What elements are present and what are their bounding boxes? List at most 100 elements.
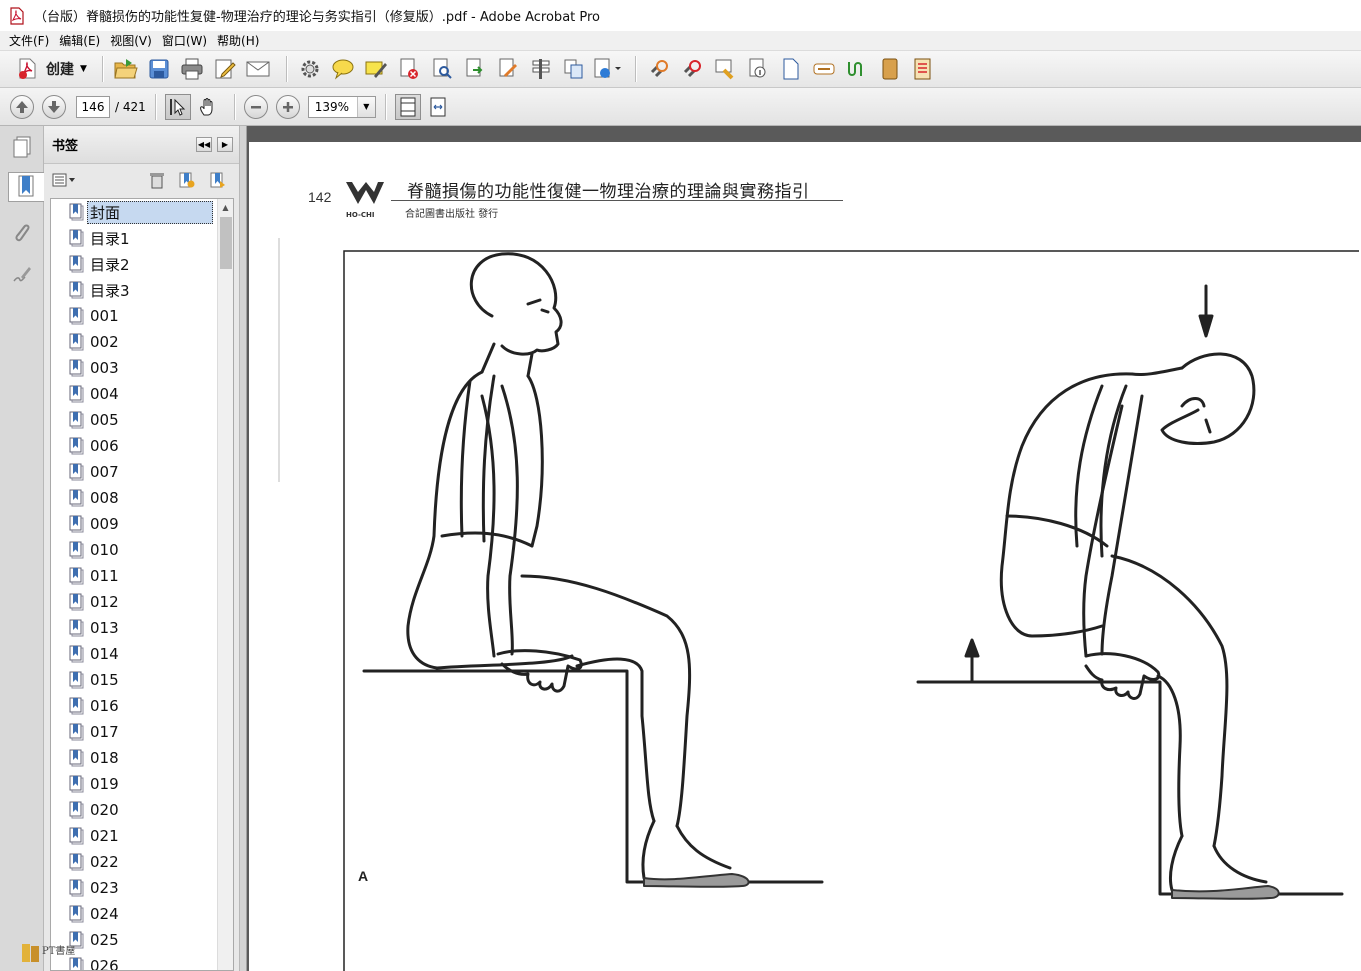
bookmark-item[interactable]: 020 <box>51 797 233 823</box>
bookmark-label: 003 <box>90 359 119 377</box>
bookmark-item[interactable]: 封面 <box>51 199 233 225</box>
bookmark-options-button[interactable] <box>52 171 78 189</box>
toolbar-separator <box>154 93 156 120</box>
scrollbar-thumb[interactable] <box>220 217 232 269</box>
bookmark-item[interactable]: 目录2 <box>51 251 233 277</box>
menu-bar: 文件(F) 编辑(E) 视图(V) 窗口(W) 帮助(H) <box>0 31 1361 51</box>
fit-width-button[interactable] <box>425 94 451 120</box>
bookmark-label: 目录2 <box>90 255 130 274</box>
arrow-down-icon <box>48 100 60 113</box>
bookmark-item[interactable]: 011 <box>51 563 233 589</box>
bookmark-item[interactable]: 018 <box>51 745 233 771</box>
collapse-panel-icon[interactable]: ◀◀ <box>196 137 212 152</box>
highlight-button[interactable] <box>362 55 390 83</box>
menu-file[interactable]: 文件(F) <box>4 32 54 49</box>
bookmark-item[interactable]: 023 <box>51 875 233 901</box>
menu-view[interactable]: 视图(V) <box>105 32 157 49</box>
bookmark-item[interactable]: 008 <box>51 485 233 511</box>
info-button[interactable] <box>744 55 772 83</box>
insert-button[interactable] <box>593 55 621 83</box>
bookmark-item[interactable]: 019 <box>51 771 233 797</box>
bookmark-item[interactable]: 024 <box>51 901 233 927</box>
bookmark-icon <box>69 905 84 923</box>
signatures-button[interactable] <box>7 260 37 290</box>
delete-page-button[interactable] <box>395 55 423 83</box>
new-bookmark-icon[interactable] <box>177 171 195 189</box>
bookmark-item[interactable]: 014 <box>51 641 233 667</box>
create-button[interactable]: 创建 ▼ <box>10 55 93 83</box>
comment-button[interactable] <box>329 55 357 83</box>
bookmarks-panel-button[interactable] <box>8 172 44 202</box>
print-button[interactable] <box>178 55 206 83</box>
bookmark-item[interactable]: 目录1 <box>51 225 233 251</box>
panel-options-icon[interactable]: ▶ <box>217 137 233 152</box>
bookmark-item[interactable]: 003 <box>51 355 233 381</box>
pane-splitter[interactable] <box>239 126 247 971</box>
menu-edit[interactable]: 编辑(E) <box>54 32 105 49</box>
bookmark-item[interactable]: 009 <box>51 511 233 537</box>
export-button[interactable] <box>461 55 489 83</box>
blank-page-button[interactable] <box>777 55 805 83</box>
bookmark-item[interactable]: 001 <box>51 303 233 329</box>
wave-button[interactable] <box>843 55 871 83</box>
bookmark-item[interactable]: 022 <box>51 849 233 875</box>
scroll-up-icon[interactable]: ▲ <box>218 199 233 215</box>
zoom-in-button[interactable] <box>275 94 300 119</box>
save-button[interactable] <box>145 55 173 83</box>
bookmark-label: 022 <box>90 853 119 871</box>
page-thumbnails-button[interactable] <box>7 132 37 162</box>
bookmark-item[interactable]: 012 <box>51 589 233 615</box>
bookmark-item[interactable]: 006 <box>51 433 233 459</box>
bookmark-item[interactable]: 021 <box>51 823 233 849</box>
bookmark-label: 013 <box>90 619 119 637</box>
bookmarks-scrollbar[interactable]: ▲ <box>217 199 233 970</box>
bookmark-item[interactable]: 016 <box>51 693 233 719</box>
zoom-out-button[interactable] <box>243 94 268 119</box>
header-rule <box>391 200 843 201</box>
unlink-icon <box>683 60 701 78</box>
find-button[interactable] <box>428 55 456 83</box>
previous-page-button[interactable] <box>10 94 34 119</box>
bookmark-item[interactable]: 017 <box>51 719 233 745</box>
page-number-input[interactable]: 146 <box>76 95 110 118</box>
email-icon <box>246 61 270 77</box>
next-page-button[interactable] <box>42 94 66 119</box>
bookmark-item[interactable]: 005 <box>51 407 233 433</box>
expand-bookmark-icon[interactable] <box>208 171 226 189</box>
document-view[interactable]: 142 HO-CHI 脊髓損傷的功能性復健一物理治療的理論與實務指引 合記圖書出… <box>247 126 1361 971</box>
attachments-button[interactable] <box>7 218 37 248</box>
open-folder-button[interactable] <box>112 55 140 83</box>
menu-window[interactable]: 窗口(W) <box>157 32 212 49</box>
form-button[interactable] <box>527 55 555 83</box>
compare-button[interactable] <box>909 55 937 83</box>
bookmark-item[interactable]: 010 <box>51 537 233 563</box>
bookmark-item[interactable]: 013 <box>51 615 233 641</box>
notebook-button[interactable] <box>876 55 904 83</box>
sign-icon <box>499 58 517 77</box>
stamp-button[interactable] <box>711 55 739 83</box>
bookmark-item[interactable]: 015 <box>51 667 233 693</box>
chevron-down-icon[interactable]: ▼ <box>356 96 375 117</box>
zoom-level-select[interactable]: 139% ▼ <box>307 95 376 118</box>
email-button[interactable] <box>244 55 272 83</box>
bookmark-icon <box>69 593 84 611</box>
redact-button[interactable] <box>810 55 838 83</box>
unlink-button[interactable] <box>678 55 706 83</box>
link-button[interactable] <box>645 55 673 83</box>
select-tool-button[interactable] <box>164 93 191 120</box>
edit-button[interactable] <box>211 55 239 83</box>
settings-button[interactable] <box>296 55 324 83</box>
toolbar-separator <box>634 56 636 82</box>
bookmarks-tree[interactable]: 封面 目录1 目录2 目录3 001 002 003 004 005 006 007 008 009 01… <box>50 198 234 971</box>
bookmark-item[interactable]: 004 <box>51 381 233 407</box>
bookmark-item[interactable]: 目录3 <box>51 277 233 303</box>
bookmark-label: 012 <box>90 593 119 611</box>
bookmark-item[interactable]: 002 <box>51 329 233 355</box>
trash-icon[interactable] <box>148 171 166 189</box>
bookmark-item[interactable]: 007 <box>51 459 233 485</box>
combine-button[interactable] <box>560 55 588 83</box>
hand-tool-button[interactable] <box>195 94 221 120</box>
sign-button[interactable] <box>494 55 522 83</box>
fit-page-button[interactable] <box>394 93 421 120</box>
menu-help[interactable]: 帮助(H) <box>212 32 264 49</box>
